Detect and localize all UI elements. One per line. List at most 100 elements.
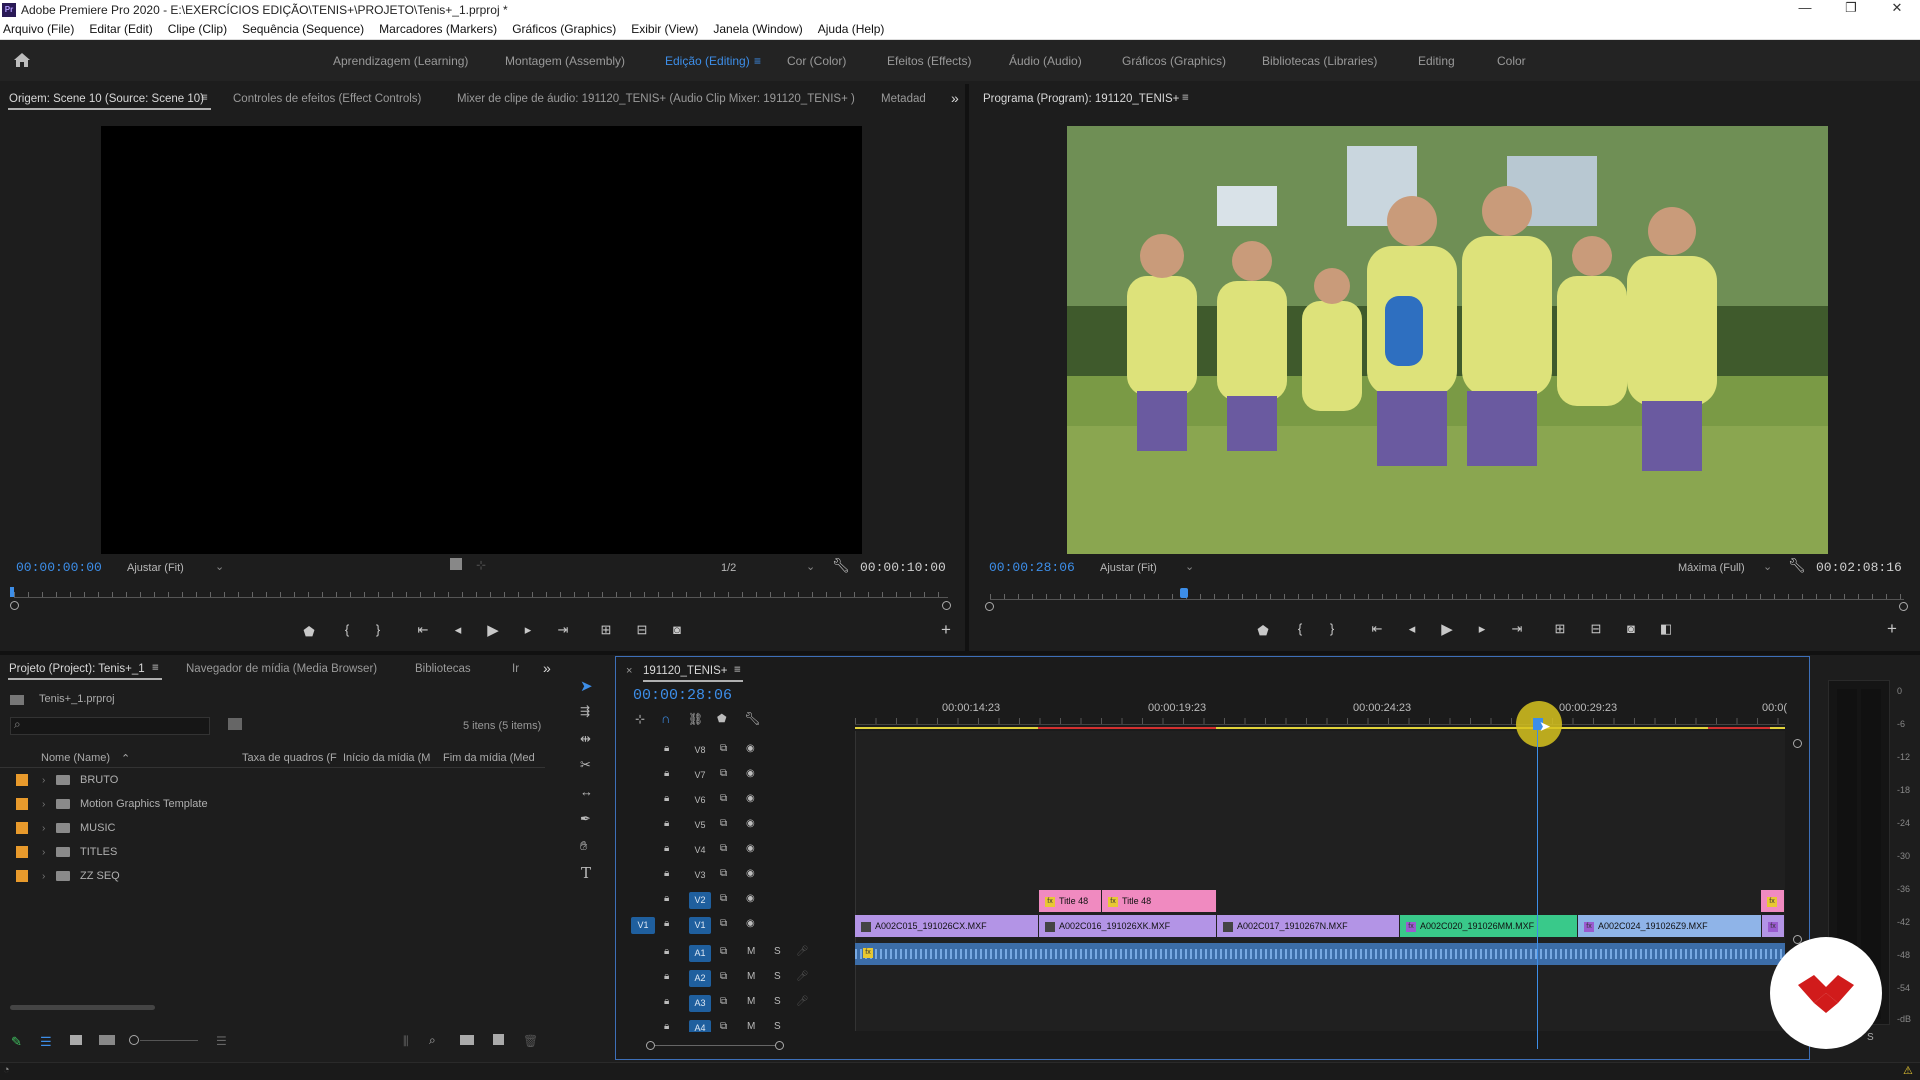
- tab-info[interactable]: Ir: [512, 663, 519, 675]
- timeline-settings-wrench-icon[interactable]: 🔧︎: [744, 711, 761, 727]
- tab-source[interactable]: Origem: Scene 10 (Source: Scene 10): [9, 93, 204, 105]
- track-label[interactable]: V6: [689, 792, 711, 809]
- menu-window[interactable]: Janela (Window): [713, 22, 802, 36]
- video-clip[interactable]: A002C016_191026XK.MXF: [1039, 915, 1217, 937]
- track-label[interactable]: V7: [689, 767, 711, 784]
- list-item[interactable]: › MUSIC: [0, 816, 440, 840]
- video-clip[interactable]: fx: [1762, 915, 1785, 937]
- mute-button[interactable]: M: [747, 971, 755, 982]
- program-resolution-dropdown[interactable]: Máxima (Full): [1678, 562, 1745, 574]
- source-resolution-dropdown[interactable]: 1/2: [721, 562, 736, 574]
- zoom-handle-right[interactable]: [942, 601, 951, 610]
- sync-lock-icon[interactable]: ⧉: [720, 946, 727, 957]
- lock-icon[interactable]: 🔒︎: [664, 793, 669, 804]
- program-timecode[interactable]: 00:00:28:06: [989, 560, 1075, 575]
- add-marker-icon[interactable]: ⬟: [717, 712, 727, 725]
- export-frame-icon[interactable]: ◙: [1622, 621, 1640, 636]
- play-icon[interactable]: ▶: [484, 621, 502, 639]
- menu-file[interactable]: Arquivo (File): [3, 22, 74, 36]
- program-fit-dropdown[interactable]: Ajustar (Fit): [1100, 562, 1157, 574]
- source-time-ruler[interactable]: [14, 586, 948, 598]
- mark-in-icon[interactable]: {: [338, 622, 356, 637]
- menu-sequence[interactable]: Sequência (Sequence): [242, 22, 364, 36]
- safe-margins-icon[interactable]: [450, 558, 462, 570]
- timeline-playhead-line[interactable]: [1537, 729, 1538, 1049]
- chevron-right-icon[interactable]: ›: [42, 799, 56, 810]
- new-bin-icon[interactable]: [460, 1035, 474, 1045]
- track-area[interactable]: [855, 731, 1785, 1031]
- lift-icon[interactable]: ⊞: [1551, 621, 1569, 637]
- timeline-timecode[interactable]: 00:00:28:06: [633, 687, 732, 704]
- eye-icon[interactable]: ◉: [746, 768, 755, 779]
- mark-in-icon[interactable]: {: [1291, 621, 1309, 636]
- horizontal-zoom-handle[interactable]: [775, 1041, 784, 1050]
- compare-icon[interactable]: ⊹: [476, 558, 486, 572]
- close-sequence-icon[interactable]: ×: [626, 665, 632, 677]
- label-color-swatch[interactable]: [16, 822, 28, 834]
- workspace-graphics[interactable]: Gráficos (Graphics): [1122, 54, 1226, 68]
- workspace-learning[interactable]: Aprendizagem (Learning): [333, 54, 468, 68]
- new-item-icon[interactable]: [493, 1034, 504, 1045]
- label-color-swatch[interactable]: [16, 774, 28, 786]
- project-search-input[interactable]: [10, 717, 210, 735]
- lock-icon[interactable]: 🔒︎: [664, 996, 669, 1007]
- home-icon[interactable]: [13, 52, 31, 68]
- warning-icon[interactable]: ⚠: [1903, 1064, 1913, 1077]
- column-media-end[interactable]: Fim da mídia (Med: [443, 752, 535, 764]
- export-frame-icon[interactable]: ◙: [668, 622, 686, 637]
- lock-icon[interactable]: 🔒︎: [664, 971, 669, 982]
- track-label[interactable]: A2: [689, 970, 711, 987]
- solo-button[interactable]: S: [774, 1021, 781, 1032]
- insert-icon[interactable]: ⊞: [597, 622, 615, 638]
- tab-metadata[interactable]: Metadad: [881, 93, 926, 105]
- lock-icon[interactable]: 🔒︎: [664, 868, 669, 879]
- workspace-editing[interactable]: Edição (Editing): [665, 54, 750, 68]
- new-search-bin-icon[interactable]: [228, 718, 242, 730]
- eye-icon[interactable]: ◉: [746, 868, 755, 879]
- sync-lock-icon[interactable]: ⧉: [720, 971, 727, 982]
- step-back-icon[interactable]: ◂: [1403, 621, 1421, 637]
- chevron-right-icon[interactable]: ›: [42, 847, 56, 858]
- menu-view[interactable]: Exibir (View): [631, 22, 698, 36]
- program-time-ruler[interactable]: [990, 588, 1904, 600]
- workspace-color[interactable]: Cor (Color): [787, 54, 846, 68]
- horizontal-zoom-handle[interactable]: [646, 1041, 655, 1050]
- track-label[interactable]: V8: [689, 742, 711, 759]
- lock-icon[interactable]: 🔒︎: [664, 893, 669, 904]
- selection-tool-icon[interactable]: ➤: [580, 677, 593, 695]
- track-label[interactable]: V4: [689, 842, 711, 859]
- pencil-icon[interactable]: ✎: [11, 1034, 22, 1050]
- chevron-right-icon[interactable]: ›: [42, 775, 56, 786]
- zoom-slider-track[interactable]: [140, 1040, 198, 1041]
- tab-program[interactable]: Programa (Program): 191120_TENIS+: [983, 93, 1179, 105]
- track-select-tool-icon[interactable]: ⇶: [580, 704, 590, 718]
- chevron-right-icon[interactable]: ›: [42, 823, 56, 834]
- solo-button[interactable]: S: [774, 946, 781, 957]
- video-clip[interactable]: A002C015_191026CX.MXF: [855, 915, 1039, 937]
- tab-audio-clip-mixer[interactable]: Mixer de clipe de áudio: 191120_TENIS+ (…: [457, 93, 855, 105]
- list-item[interactable]: › TITLES: [0, 840, 440, 864]
- eye-icon[interactable]: ◉: [746, 918, 755, 929]
- menu-clip[interactable]: Clipe (Clip): [168, 22, 227, 36]
- column-name[interactable]: Nome (Name): [41, 752, 110, 764]
- maximize-button[interactable]: ❐: [1828, 0, 1874, 19]
- mute-button[interactable]: M: [747, 1021, 755, 1032]
- track-label[interactable]: V5: [689, 817, 711, 834]
- icon-view-icon[interactable]: [70, 1035, 82, 1045]
- tab-project[interactable]: Projeto (Project): Tenis+_1: [9, 663, 145, 675]
- trash-icon[interactable]: 🗑︎: [523, 1034, 538, 1048]
- workspace-audio[interactable]: Áudio (Audio): [1009, 54, 1082, 68]
- lock-icon[interactable]: 🔒︎: [664, 918, 669, 929]
- microphone-icon[interactable]: 🎤︎: [796, 971, 809, 982]
- step-forward-icon[interactable]: ▸: [519, 622, 537, 638]
- lock-icon[interactable]: 🔒︎: [664, 743, 669, 754]
- mark-out-icon[interactable]: }: [369, 622, 387, 637]
- eye-icon[interactable]: ◉: [746, 843, 755, 854]
- tab-sequence-menu-icon[interactable]: ≡: [734, 664, 741, 676]
- hand-tool-icon[interactable]: ✋︎: [580, 838, 587, 854]
- zoom-handle-left[interactable]: [10, 601, 19, 610]
- tab-project-menu-icon[interactable]: ≡: [152, 662, 159, 674]
- work-area-bar[interactable]: [855, 727, 1785, 729]
- mute-button[interactable]: M: [747, 946, 755, 957]
- label-color-swatch[interactable]: [16, 798, 28, 810]
